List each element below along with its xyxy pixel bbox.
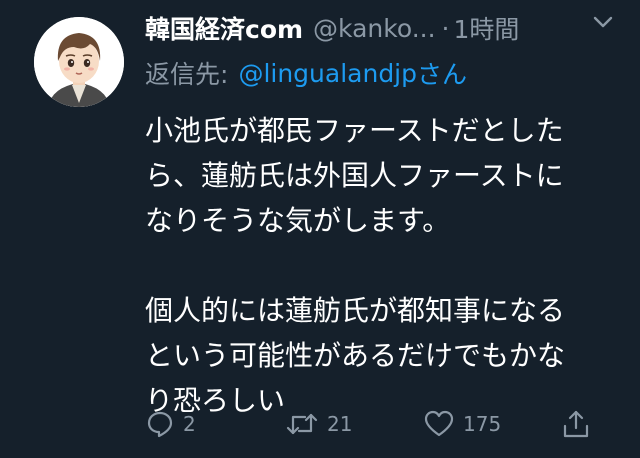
share-button[interactable] — [561, 404, 591, 444]
tweet-line-break — [145, 243, 620, 288]
tweet-line: ら、蓮舫氏は外国人ファーストに — [145, 159, 564, 192]
tweet[interactable]: 韓国経済com @kanko... · 1時間 返信先: @lingualand… — [0, 0, 640, 458]
tweet-text: 小池氏が都民ファーストだとした ら、蓮舫氏は外国人ファーストに なりそうな気がし… — [145, 108, 620, 423]
user-handle[interactable]: @kanko... — [313, 14, 436, 43]
timestamp[interactable]: 1時間 — [454, 10, 520, 46]
heart-icon — [424, 410, 454, 437]
like-button[interactable]: 175 — [423, 404, 501, 444]
retweet-button[interactable]: 21 — [285, 404, 352, 444]
tweet-header: 韓国経済com @kanko... · 1時間 — [145, 8, 615, 48]
reply-label: 返信先: — [145, 60, 229, 89]
more-options-button[interactable] — [591, 10, 615, 34]
avatar[interactable] — [34, 17, 124, 107]
tweet-line: 小池氏が都民ファーストだとした — [145, 114, 564, 147]
reply-icon — [147, 411, 173, 438]
retweet-count: 21 — [327, 412, 353, 436]
reply-count: 2 — [183, 412, 196, 436]
tweet-line: 個人的には蓮舫氏が都知事になる — [145, 294, 566, 327]
display-name[interactable]: 韓国経済com — [145, 10, 303, 46]
tweet-line: という可能性があるだけでもかな — [145, 339, 566, 372]
reply-context: 返信先: @lingualandjp さん — [145, 56, 467, 90]
chevron-down-icon — [593, 16, 613, 28]
avatar-illustration — [34, 17, 124, 107]
like-count: 175 — [463, 412, 502, 436]
retweet-icon — [286, 413, 318, 435]
reply-handle-link[interactable]: @lingualandjp — [238, 59, 417, 88]
share-icon — [563, 410, 589, 438]
reply-button[interactable]: 2 — [145, 404, 196, 444]
action-bar: 2 21 175 — [145, 404, 605, 444]
reply-suffix: さん — [417, 60, 468, 89]
separator-dot: · — [441, 13, 450, 43]
tweet-line: なりそうな気がします。 — [145, 204, 451, 237]
